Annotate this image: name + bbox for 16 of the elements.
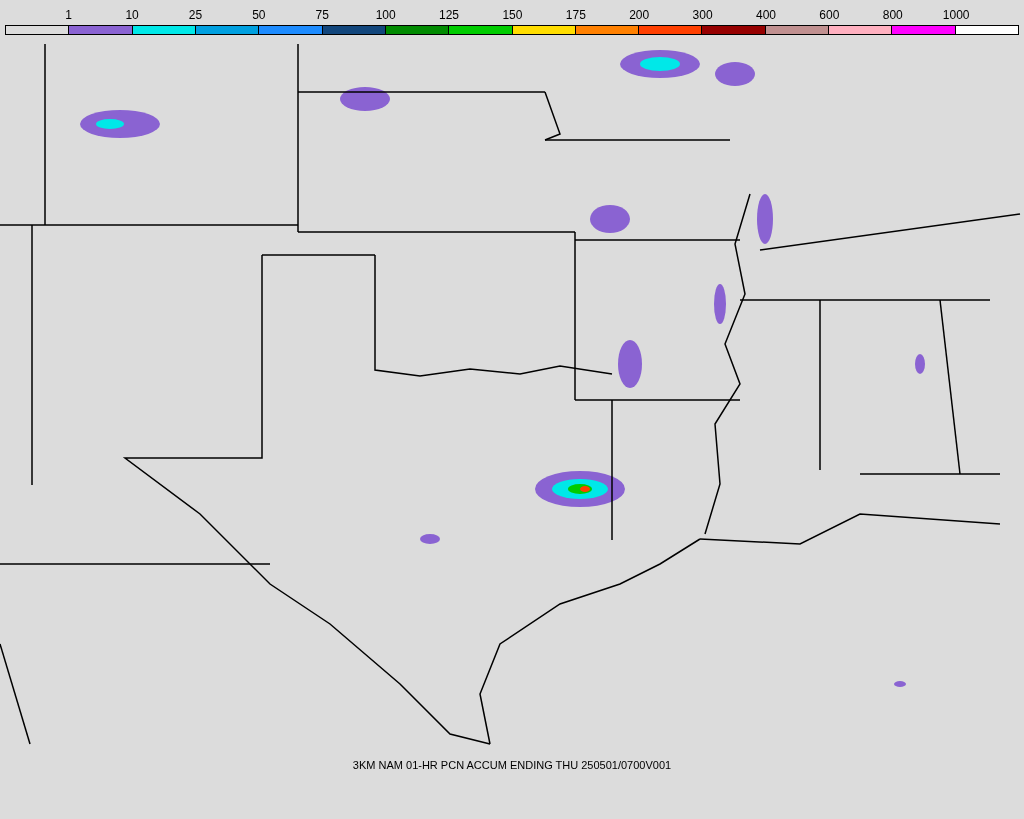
legend-label: 200 <box>628 7 651 24</box>
legend-label: 400 <box>754 7 777 24</box>
legend-label: 800 <box>881 7 904 24</box>
legend-label: 75 <box>314 7 330 24</box>
legend-label: 175 <box>564 7 587 24</box>
map-caption: 3KM NAM 01-HR PCN ACCUM ENDING THU 250501/0700V001 <box>352 758 672 773</box>
legend-label: 25 <box>187 7 204 24</box>
legend-label: 600 <box>818 7 841 24</box>
legend-label: 10 <box>124 7 140 24</box>
legend-label: 100 <box>374 7 397 24</box>
legend-label: 1 <box>64 7 74 24</box>
legend-label: 125 <box>438 7 461 24</box>
legend-label: 50 <box>251 7 267 24</box>
legend-label: 1000 <box>941 7 971 24</box>
legend-label: 150 <box>501 7 524 24</box>
legend-label: 300 <box>691 7 714 24</box>
